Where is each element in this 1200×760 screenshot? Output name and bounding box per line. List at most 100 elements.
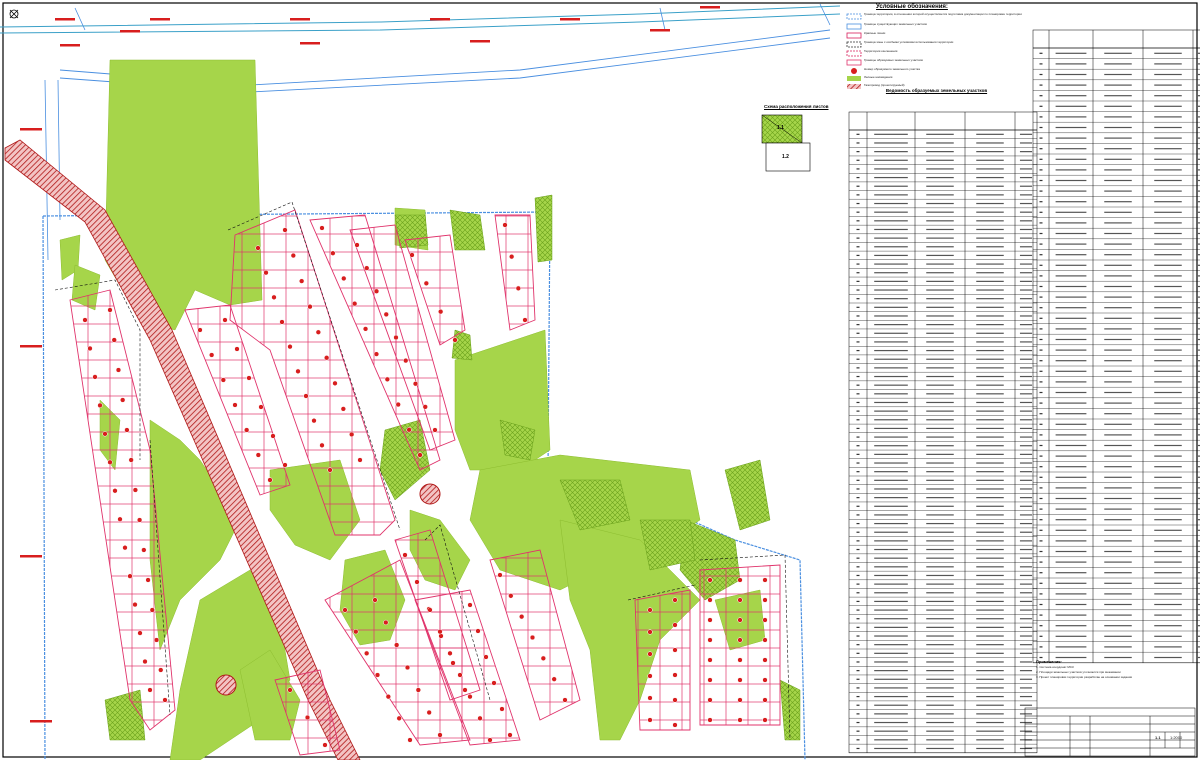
parcel-marker xyxy=(383,619,389,626)
parcel-marker xyxy=(127,573,133,579)
parcel-marker xyxy=(737,577,743,583)
parcel-marker xyxy=(437,629,443,635)
parcel-marker xyxy=(142,658,148,665)
parcel-marker xyxy=(315,329,321,335)
legend-item-marker: Номер образуемого земельного участка xyxy=(864,67,920,71)
parcel-marker xyxy=(287,687,293,693)
parcel-marker xyxy=(92,374,98,380)
table-a-title: Ведомость образуемых земельных участков xyxy=(885,88,988,93)
parcel-marker xyxy=(290,252,296,259)
parcel-marker xyxy=(244,427,250,433)
parcel-marker xyxy=(414,579,420,585)
parcel-marker xyxy=(373,288,380,294)
parcel-marker xyxy=(395,401,401,408)
parcel-marker xyxy=(450,660,456,666)
drawing-sheet: Условные обозначения: Граница территории… xyxy=(0,0,1200,760)
parcel-marker xyxy=(497,572,503,578)
parcel-marker xyxy=(737,597,743,603)
legend-swatches xyxy=(846,13,862,89)
parcel-marker xyxy=(540,655,546,661)
parcel-marker xyxy=(562,697,568,703)
parcel-marker xyxy=(499,706,505,712)
parcel-marker xyxy=(271,294,277,300)
notes-title: Примечания: xyxy=(1036,659,1062,664)
parcel-marker xyxy=(762,637,768,643)
parcel-marker xyxy=(115,367,122,373)
parcel-marker xyxy=(162,697,168,703)
parcel-marker xyxy=(507,732,513,738)
note-3: 3. Проект планировки территории разработ… xyxy=(1036,675,1133,679)
parcel-marker xyxy=(341,275,347,282)
parcel-marker xyxy=(352,301,358,307)
legend-item-cadastral: Границы существующих земельных участков xyxy=(864,22,927,26)
parcel-marker xyxy=(122,545,128,551)
parcel-marker xyxy=(737,697,743,703)
parcel-marker xyxy=(647,695,653,701)
parcel-marker xyxy=(132,487,139,493)
parcel-marker xyxy=(147,687,153,693)
parcel-marker xyxy=(707,697,713,703)
parcel-marker xyxy=(112,488,118,494)
parcel-marker xyxy=(279,319,285,325)
parcel-marker xyxy=(737,717,743,723)
parcel-marker xyxy=(158,667,164,673)
parcel-marker xyxy=(364,265,370,271)
parcel-marker xyxy=(322,742,328,748)
parcel-marker xyxy=(452,337,458,343)
parcel-marker xyxy=(197,327,203,333)
legend-item-boundary: Граница территории, в отношении которой … xyxy=(864,12,1022,16)
parcel-marker xyxy=(117,516,123,522)
parcel-marker xyxy=(258,404,264,410)
scheme-title: Схема расположения листов xyxy=(764,104,829,109)
parcel-marker xyxy=(762,697,768,703)
parcel-marker xyxy=(107,307,113,313)
parcel-marker xyxy=(149,607,155,613)
parcel-marker xyxy=(295,368,301,374)
parcel-marker xyxy=(407,737,413,743)
parcel-marker xyxy=(120,397,126,403)
parcel-marker xyxy=(762,597,768,603)
parcel-marker xyxy=(353,629,359,635)
parcel-marker xyxy=(393,334,399,341)
cadastral-map xyxy=(0,2,1200,760)
parcel-marker xyxy=(551,676,557,682)
parcel-marker xyxy=(707,617,713,623)
parcel-marker xyxy=(357,457,363,463)
parcel-marker xyxy=(762,617,768,623)
parcel-marker xyxy=(282,227,288,233)
parcel-marker xyxy=(141,547,147,553)
parcel-marker xyxy=(136,517,143,523)
parcel-marker xyxy=(417,452,423,458)
parcel-marker xyxy=(762,677,768,683)
parcel-marker xyxy=(672,697,678,703)
legend-item-zone: Граница зоны с особыми условиями использ… xyxy=(864,40,954,44)
parcel-marker xyxy=(246,375,252,381)
parcel-marker xyxy=(529,634,536,641)
parcel-marker xyxy=(403,357,409,364)
compass-icon xyxy=(9,9,19,19)
parcel-marker xyxy=(102,431,108,437)
parcel-marker xyxy=(762,717,768,723)
parcel-marker xyxy=(209,352,215,358)
parcel-marker xyxy=(737,617,743,623)
parcel-marker xyxy=(509,254,515,260)
parcel-marker xyxy=(647,629,653,635)
parcel-marker xyxy=(232,402,238,408)
parcel-marker xyxy=(438,633,444,639)
parcel-marker xyxy=(647,607,653,613)
parcel-marker xyxy=(394,642,400,648)
parcel-marker xyxy=(373,351,380,357)
parcel-marker xyxy=(412,381,419,387)
table-frame xyxy=(848,111,1038,754)
parcel-marker xyxy=(111,337,117,343)
parcel-marker xyxy=(82,317,88,323)
legend-item-zone2: Территория озеленения xyxy=(864,49,898,53)
title-block-sheet: 1.1 xyxy=(1155,735,1161,740)
parcel-marker xyxy=(447,650,453,656)
parcel-marker xyxy=(332,380,338,386)
parcel-marker xyxy=(462,687,468,693)
parcel-marker xyxy=(220,377,226,383)
parcel-marker xyxy=(267,477,273,483)
parcel-marker xyxy=(303,393,309,399)
parcel-marker xyxy=(519,614,525,620)
